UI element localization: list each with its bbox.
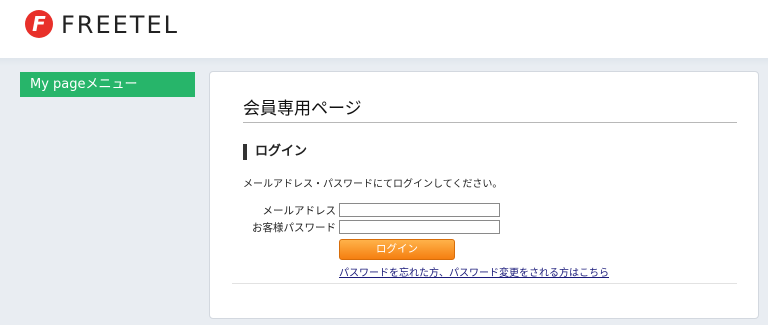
freetel-logo-icon[interactable]: F [25, 10, 53, 38]
email-label: メールアドレス [262, 205, 337, 217]
header-shadow-band [0, 58, 768, 66]
page-title: 会員専用ページ [243, 94, 737, 123]
login-button[interactable]: ログイン [339, 239, 455, 260]
site-header: F FREETEL [0, 0, 768, 59]
logo-letter: F [32, 12, 46, 36]
forgot-password-link[interactable]: パスワードを忘れた方、パスワード変更をされる方はこちら [339, 264, 609, 279]
sidebar-menu-header[interactable]: My pageメニュー [20, 72, 195, 97]
brand-name[interactable]: FREETEL [61, 10, 179, 40]
password-field[interactable] [339, 220, 500, 234]
section-title: ログイン [243, 144, 307, 160]
panel-divider [232, 283, 737, 284]
email-field[interactable] [339, 203, 500, 217]
login-instructions: メールアドレス・パスワードにてログインしてください。 [243, 179, 503, 190]
content-panel: 会員専用ページ ログイン メールアドレス・パスワードにてログインしてください。 … [209, 71, 759, 319]
password-label: お客様パスワード [252, 222, 336, 234]
